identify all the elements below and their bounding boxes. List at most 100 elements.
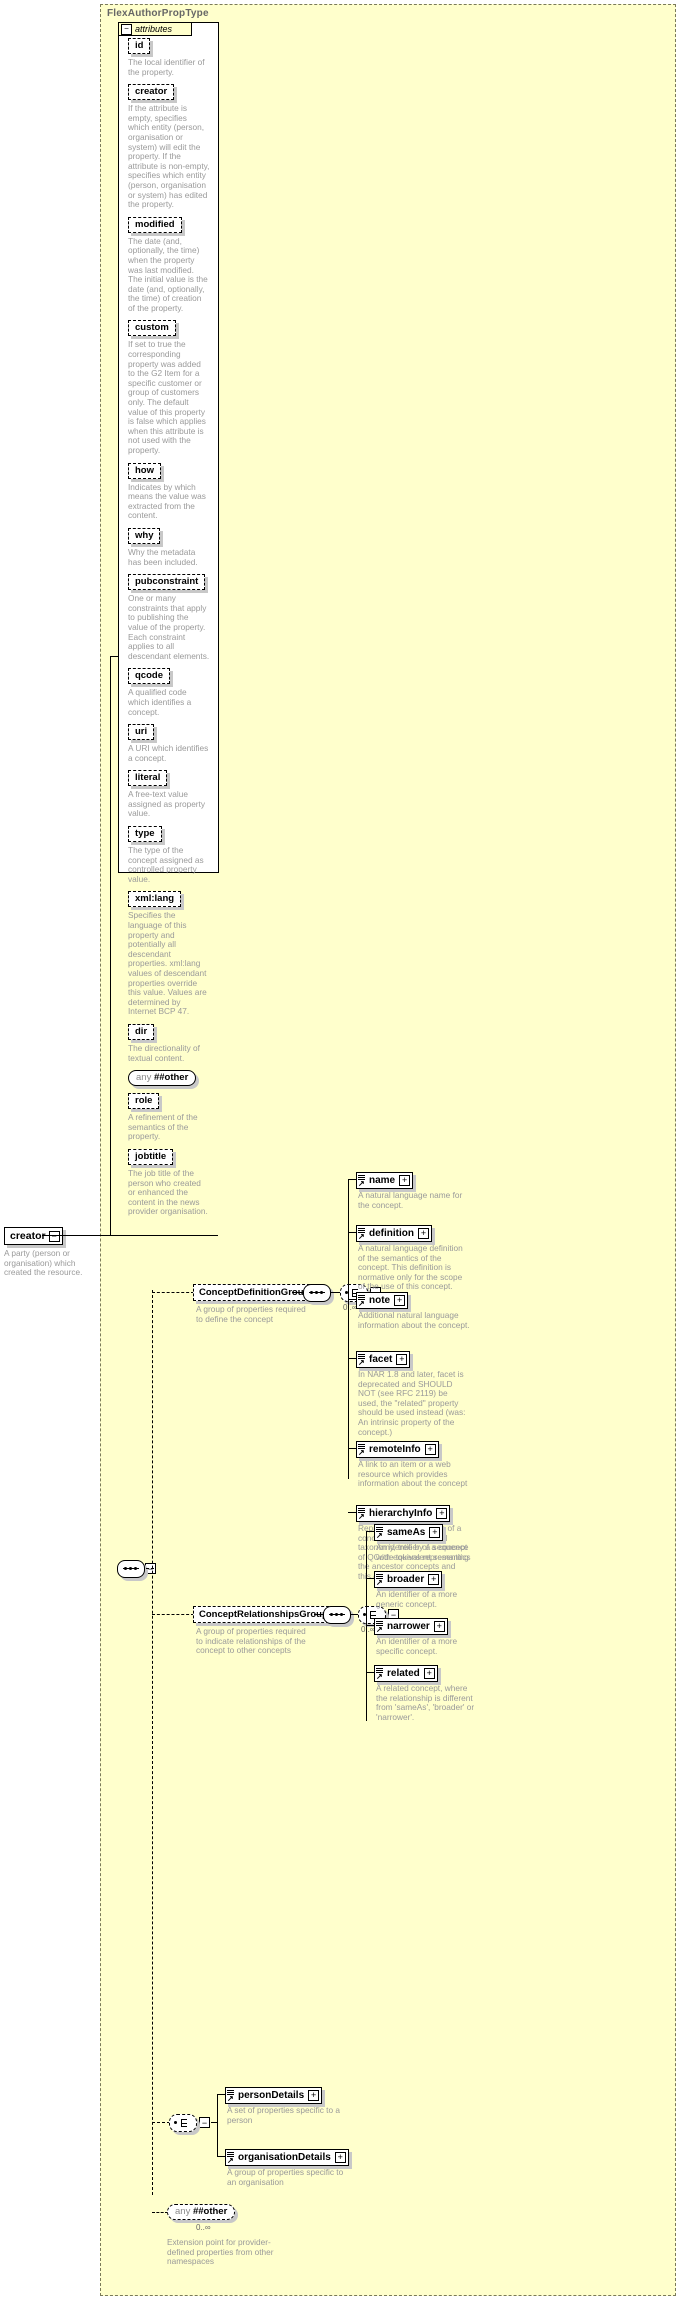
element-box[interactable]: ↗ narrower + [374, 1618, 448, 1635]
attribute-description: One or many constraints that apply to pu… [128, 593, 210, 661]
attribute-description: If the attribute is empty, specifies whi… [128, 103, 210, 210]
attribute-row[interactable]: role [128, 1093, 219, 1110]
expand-icon[interactable]: + [334, 2152, 346, 2163]
any-keyword: any [136, 1072, 152, 1084]
any-other-element[interactable]: any ##other [167, 2204, 236, 2220]
expand-icon[interactable]: + [394, 1295, 406, 1306]
element-box[interactable]: ↗ definition + [356, 1225, 432, 1242]
expand-icon[interactable]: + [399, 1175, 411, 1186]
attribute-box[interactable]: uri [128, 724, 155, 741]
attributes-header[interactable]: − attributes [118, 22, 192, 36]
element-definition[interactable]: ↗ definition + [356, 1225, 432, 1242]
collapse-icon[interactable]: − [121, 23, 132, 35]
attribute-row[interactable]: dir [128, 1023, 219, 1040]
element-box[interactable]: ↗ remoteInfo + [356, 1441, 439, 1458]
link-arrow-icon: ↗ [227, 2094, 234, 2103]
attribute-row[interactable]: creator [128, 84, 219, 101]
attribute-row[interactable]: why [128, 527, 219, 544]
attribute-row[interactable]: uri [128, 724, 219, 741]
connector-line [348, 1179, 349, 1479]
any-other-attribute[interactable]: any ##other [128, 1070, 197, 1087]
element-hierarchyinfo[interactable]: ↗ hierarchyInfo + [356, 1505, 451, 1522]
element-description: An identifier of a more generic concept. [376, 1589, 458, 1609]
attribute-row[interactable]: how [128, 462, 219, 479]
attribute-row[interactable]: literal [128, 770, 219, 787]
root-element[interactable]: creator − [4, 1227, 63, 1245]
element-note[interactable]: ↗ note + [356, 1292, 409, 1309]
attribute-row[interactable]: custom [128, 320, 219, 337]
attribute-box[interactable]: id [128, 38, 151, 54]
sequence-icon[interactable] [323, 1606, 351, 1624]
group-sequence-connector[interactable] [303, 1284, 331, 1304]
expand-icon[interactable]: + [433, 1621, 445, 1632]
element-box[interactable]: ↗ facet + [356, 1351, 411, 1368]
element-box[interactable]: ↗ broader + [374, 1571, 443, 1588]
element-organisationdetails[interactable]: ↗ organisationDetails + [225, 2149, 349, 2166]
attribute-row[interactable]: id [128, 38, 219, 54]
element-type-icon: ↗ [357, 1353, 368, 1367]
attribute-box[interactable]: type [128, 826, 162, 843]
expand-icon[interactable]: + [429, 1527, 441, 1538]
element-facet[interactable]: ↗ facet + [356, 1351, 411, 1368]
attribute-row[interactable]: modified [128, 216, 219, 233]
sequence-icon[interactable] [117, 1560, 145, 1578]
element-label: name [369, 1175, 396, 1186]
attribute-box[interactable]: qcode [128, 668, 170, 685]
extension-any-element[interactable]: any ##other [167, 2204, 236, 2220]
attribute-box[interactable]: why [128, 527, 161, 544]
element-box[interactable]: ↗ organisationDetails + [225, 2149, 349, 2166]
expand-icon[interactable]: + [423, 1668, 435, 1679]
choice-icon[interactable] [169, 2114, 197, 2132]
element-box[interactable]: ↗ name + [356, 1172, 414, 1189]
element-box[interactable]: ↗ hierarchyInfo + [356, 1505, 451, 1522]
element-sameas[interactable]: ↗ sameAs + [374, 1524, 444, 1541]
attribute-box[interactable]: role [128, 1093, 160, 1110]
attribute-box[interactable]: pubconstraint [128, 574, 206, 591]
element-box[interactable]: ↗ sameAs + [374, 1524, 444, 1541]
element-related[interactable]: ↗ related + [374, 1665, 438, 1682]
any-namespace: ##other [192, 2206, 228, 2217]
spine-line [152, 1290, 153, 2195]
element-remoteinfo[interactable]: ↗ remoteInfo + [356, 1441, 439, 1458]
attribute-box[interactable]: jobtitle [128, 1148, 174, 1165]
collapse-icon[interactable]: − [48, 1230, 60, 1242]
collapse-icon[interactable]: − [199, 2117, 210, 2128]
element-narrower[interactable]: ↗ narrower + [374, 1618, 448, 1635]
group-sequence-connector[interactable] [323, 1606, 351, 1626]
element-broader[interactable]: ↗ broader + [374, 1571, 443, 1588]
link-arrow-icon: ↗ [358, 1232, 365, 1241]
element-label: broader [387, 1574, 425, 1585]
expand-icon[interactable]: + [418, 1228, 429, 1239]
group-box[interactable]: ConceptRelationshipsGroup [193, 1606, 334, 1623]
element-name[interactable]: ↗ name + [356, 1172, 414, 1189]
attribute-row[interactable]: type [128, 826, 219, 843]
attribute-box[interactable]: creator [128, 84, 175, 101]
expand-icon[interactable]: + [424, 1444, 436, 1455]
connector-line [152, 1614, 194, 1615]
attribute-row[interactable]: qcode [128, 668, 219, 685]
attribute-box[interactable]: how [128, 462, 161, 479]
details-choice-connector[interactable]: − [169, 2114, 210, 2134]
attribute-box[interactable]: custom [128, 320, 176, 337]
attribute-row[interactable]: jobtitle [128, 1148, 219, 1165]
connector-line [152, 1292, 194, 1293]
main-sequence-connector[interactable]: − [117, 1560, 156, 1580]
attribute-box[interactable]: xml:lang [128, 891, 182, 908]
element-persondetails[interactable]: ↗ personDetails + [225, 2087, 323, 2104]
attribute-row[interactable]: xml:lang [128, 891, 219, 908]
element-box[interactable]: ↗ note + [356, 1292, 409, 1309]
attribute-box[interactable]: literal [128, 770, 168, 787]
element-description: A natural language name for the concept. [358, 1190, 463, 1210]
attribute-box[interactable]: dir [128, 1023, 155, 1040]
element-box[interactable]: ↗ personDetails + [225, 2087, 323, 2104]
attribute-box[interactable]: modified [128, 216, 182, 233]
sequence-icon[interactable] [303, 1284, 331, 1302]
expand-icon[interactable]: + [308, 2090, 320, 2101]
expand-icon[interactable]: + [396, 1354, 408, 1365]
attribute-row[interactable]: pubconstraint [128, 574, 219, 591]
any-attribute-row[interactable]: any ##other [128, 1070, 219, 1087]
expand-icon[interactable]: + [428, 1574, 440, 1585]
expand-icon[interactable]: + [436, 1508, 448, 1519]
creator-element-box[interactable]: creator − [4, 1227, 63, 1245]
element-box[interactable]: ↗ related + [374, 1665, 438, 1682]
